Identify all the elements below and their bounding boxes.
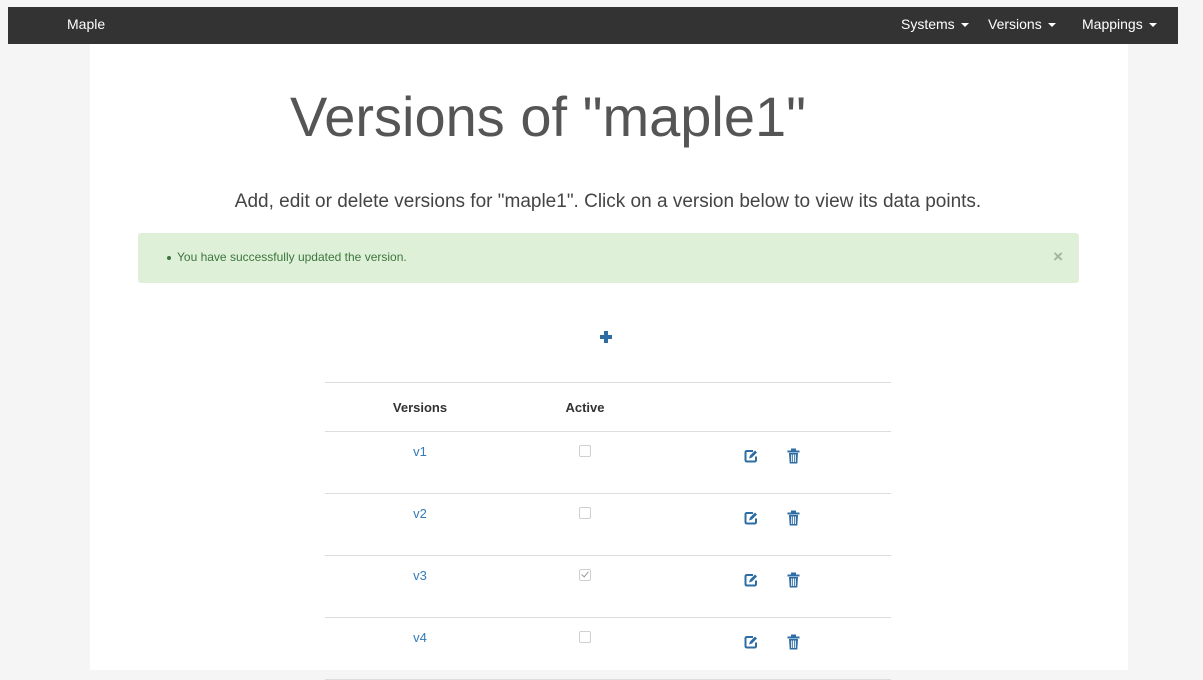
active-checkbox[interactable] <box>579 507 591 519</box>
table-row: v1 <box>325 431 891 494</box>
navbar: Maple Systems Versions Mappings <box>8 7 1178 44</box>
alert-message: You have successfully updated the versio… <box>167 250 407 264</box>
close-icon[interactable]: × <box>1053 248 1063 265</box>
version-link[interactable]: v2 <box>413 506 427 521</box>
version-cell: v2 <box>325 493 515 556</box>
edit-icon[interactable] <box>744 449 758 468</box>
nav-dropdown-versions[interactable]: Versions <box>988 16 1056 32</box>
add-version-button[interactable] <box>598 329 614 345</box>
active-checkbox[interactable] <box>579 631 591 643</box>
active-checkbox[interactable] <box>579 569 591 581</box>
caret-down-icon <box>1148 23 1157 27</box>
edit-icon[interactable] <box>744 635 758 654</box>
header-active: Active <box>515 382 655 432</box>
trash-icon[interactable] <box>787 510 800 531</box>
active-cell <box>515 493 655 556</box>
trash-icon[interactable] <box>787 634 800 655</box>
table-row: v3 <box>325 555 891 618</box>
nav-label-mappings: Mappings <box>1082 16 1143 32</box>
table-header-row: Versions Active <box>325 382 891 432</box>
nav-label-versions: Versions <box>988 16 1042 32</box>
actions-cell <box>655 617 891 680</box>
header-actions <box>655 382 891 432</box>
nav-dropdown-systems[interactable]: Systems <box>901 16 969 32</box>
caret-down-icon <box>1047 23 1056 27</box>
version-cell: v3 <box>325 555 515 618</box>
trash-icon[interactable] <box>787 448 800 469</box>
actions-cell <box>655 493 891 556</box>
caret-down-icon <box>960 23 969 27</box>
active-cell <box>515 555 655 618</box>
edit-icon[interactable] <box>744 511 758 530</box>
page-title: Versions of "maple1" <box>289 85 807 148</box>
versions-table: Versions Active v1 v2 v3 v4 <box>325 382 891 680</box>
edit-icon[interactable] <box>744 573 758 592</box>
success-alert: You have successfully updated the versio… <box>138 233 1079 283</box>
version-cell: v1 <box>325 431 515 494</box>
table-row: v2 <box>325 493 891 556</box>
active-checkbox[interactable] <box>579 445 591 457</box>
version-link[interactable]: v3 <box>413 568 427 583</box>
nav-label-systems: Systems <box>901 16 955 32</box>
header-versions: Versions <box>325 382 515 432</box>
version-link[interactable]: v4 <box>413 630 427 645</box>
actions-cell <box>655 555 891 618</box>
version-link[interactable]: v1 <box>413 444 427 459</box>
table-row: v4 <box>325 617 891 680</box>
page-subtitle: Add, edit or delete versions for "maple1… <box>234 191 982 212</box>
navbar-brand[interactable]: Maple <box>67 16 105 32</box>
active-cell <box>515 431 655 494</box>
version-cell: v4 <box>325 617 515 680</box>
versions-table-wrapper: Versions Active v1 v2 v3 v4 <box>325 382 891 680</box>
actions-cell <box>655 431 891 494</box>
nav-dropdown-mappings[interactable]: Mappings <box>1082 16 1157 32</box>
trash-icon[interactable] <box>787 572 800 593</box>
active-cell <box>515 617 655 680</box>
